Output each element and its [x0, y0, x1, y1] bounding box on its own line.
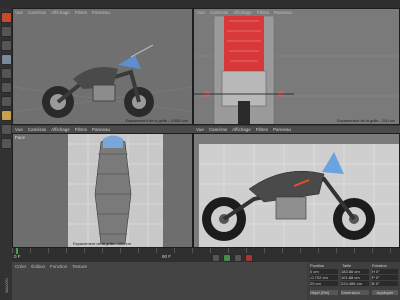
coordinates-manager: Position Taille Rotation 0 cm 183.66 cm …	[308, 262, 400, 300]
menu-affichage[interactable]: Affichage	[51, 9, 70, 16]
viewport-right[interactable]	[193, 133, 400, 248]
coord-pos-z[interactable]: 20 cm	[310, 281, 338, 286]
menu-texture[interactable]: Texture	[72, 263, 87, 270]
menu-filtres[interactable]: Filtres	[256, 127, 268, 132]
perspective-grid-status: Espacement de la grille : 10000 cm	[125, 118, 188, 123]
viewport-perspective[interactable]: Vue Caméras Affichage Filtres Panneau Es…	[12, 8, 193, 125]
coord-size-z[interactable]: 224.486 cm	[341, 281, 369, 286]
menu-filtres[interactable]: Filtres	[257, 9, 269, 16]
play-controls	[212, 254, 253, 262]
menu-affichage[interactable]: Affichage	[232, 127, 251, 132]
tool-edges-icon[interactable]	[1, 82, 12, 93]
coord-header-size: Taille	[342, 263, 352, 268]
tool-snap-icon[interactable]	[1, 138, 12, 149]
coord-pos-x[interactable]: 0 cm	[310, 269, 338, 274]
viewport-perspective-menu: Vue Caméras Affichage Filtres Panneau	[15, 9, 110, 16]
menu-filtres[interactable]: Filtres	[75, 9, 87, 16]
materials-menu: Créer Édition Fonction Texture	[15, 263, 87, 270]
viewport-top-menu: Vue Caméras Affichage Filtres Panneau	[12, 126, 196, 133]
timeline[interactable]: 0 F 90 F	[12, 248, 400, 262]
record-icon[interactable]	[245, 254, 253, 262]
play-icon[interactable]	[223, 254, 231, 262]
viewport-right-menu: Vue Caméras Affichage Filtres Panneau	[193, 126, 400, 133]
perspective-motorcycle	[13, 44, 192, 118]
apply-button[interactable]: Appliquer	[372, 290, 398, 295]
coord-mode-select[interactable]: Objet (Rel)	[310, 290, 338, 295]
menu-panneau[interactable]: Panneau	[92, 9, 110, 16]
front-grid-status: Espacement de la grille : 200 cm	[336, 118, 395, 123]
top-grid-status: Espacement de la grille : 100 cm	[73, 241, 132, 246]
menu-cameras[interactable]: Caméras	[209, 127, 227, 132]
tool-polygons-icon[interactable]	[1, 96, 12, 107]
tool-scale-icon[interactable]	[1, 26, 12, 37]
menu-affichage[interactable]: Affichage	[51, 127, 70, 132]
menu-affichage[interactable]: Affichage	[233, 9, 252, 16]
maxon-logo: MAXON	[0, 270, 12, 300]
coord-size-y[interactable]: 101.88 cm	[341, 275, 369, 280]
right-view-motorcycle	[199, 144, 399, 247]
front-wireframe-motorcycle	[194, 16, 399, 124]
menu-panneau[interactable]: Panneau	[274, 9, 292, 16]
viewport-front-menu: Vue Caméras Affichage Filtres Panneau	[197, 9, 292, 16]
tool-object-icon[interactable]	[1, 54, 12, 65]
viewport-front[interactable]: Vue Caméras Affichage Filtres Panneau Es…	[193, 8, 400, 125]
menu-vue[interactable]: Vue	[15, 9, 23, 16]
left-tool-palette: MAXON	[0, 8, 12, 300]
goto-end-icon[interactable]	[234, 254, 242, 262]
viewport-top[interactable]: Face Espacement de la grille : 100 cm	[12, 133, 193, 248]
menu-creer[interactable]: Créer	[15, 263, 26, 270]
coord-size-mode-select[interactable]: Dimension	[341, 290, 369, 295]
menu-cameras[interactable]: Caméras	[28, 127, 46, 132]
menu-cameras[interactable]: Caméras	[210, 9, 228, 16]
tool-move-icon[interactable]	[1, 12, 12, 23]
menu-panneau[interactable]: Panneau	[92, 127, 110, 132]
current-frame: 0 F	[14, 254, 21, 259]
menu-fonction[interactable]: Fonction	[50, 263, 67, 270]
menu-vue[interactable]: Vue	[15, 127, 23, 132]
materials-manager: Créer Édition Fonction Texture	[12, 262, 307, 300]
goto-start-icon[interactable]	[212, 254, 220, 262]
menu-filtres[interactable]: Filtres	[75, 127, 87, 132]
coord-rot-p[interactable]: P 0°	[372, 275, 398, 280]
coord-header-position: Position	[310, 263, 325, 268]
coord-size-x[interactable]: 183.66 cm	[341, 269, 369, 274]
tool-rotate-icon[interactable]	[1, 40, 12, 51]
maxon-logo-text: MAXON	[3, 277, 9, 293]
timeline-ruler	[12, 248, 400, 253]
menu-vue[interactable]: Vue	[196, 127, 204, 132]
menu-panneau[interactable]: Panneau	[273, 127, 291, 132]
menu-edition[interactable]: Édition	[31, 263, 45, 270]
top-toolbar	[0, 0, 400, 8]
coord-rot-h[interactable]: H 0°	[372, 269, 398, 274]
coord-pos-y[interactable]: -0.702 cm	[310, 275, 338, 280]
menu-vue[interactable]: Vue	[197, 9, 205, 16]
tool-lock-icon[interactable]	[1, 124, 12, 135]
menu-cameras[interactable]: Caméras	[28, 9, 46, 16]
tool-points-icon[interactable]	[1, 68, 12, 79]
end-frame: 90 F	[162, 254, 172, 259]
coord-header-rotation: Rotation	[372, 263, 387, 268]
top-view-wireframe	[68, 134, 163, 247]
coord-rot-b[interactable]: B 0°	[372, 281, 398, 286]
tool-axis-icon[interactable]	[1, 110, 12, 121]
